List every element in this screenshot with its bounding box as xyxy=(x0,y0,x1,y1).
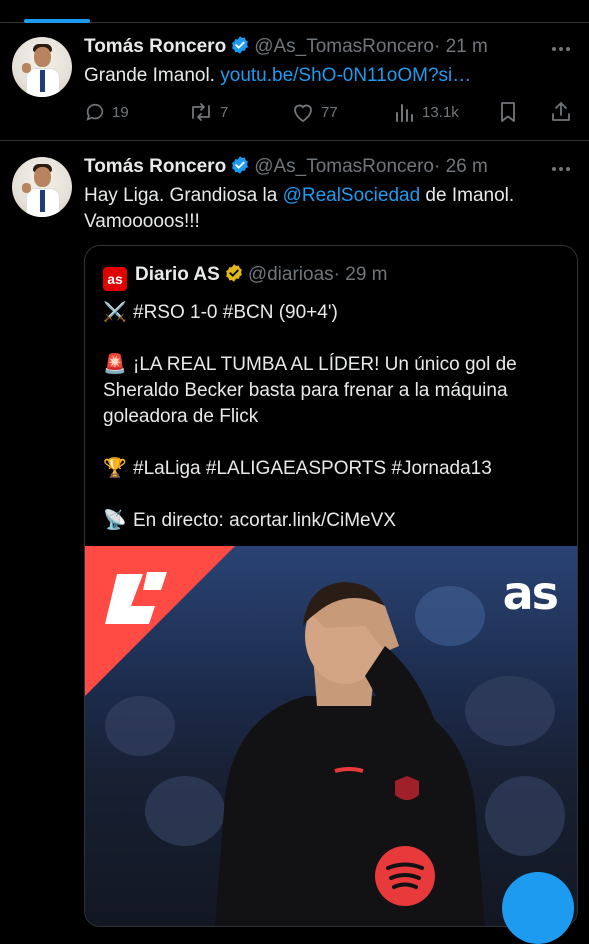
quote-headline-3: goleadora de Flick xyxy=(103,406,259,427)
quote-header: as Diario AS @diarioas· 29 m xyxy=(103,262,388,291)
quote-score-text[interactable]: #RSO 1-0 #BCN (90+4') xyxy=(133,302,338,323)
views-button[interactable]: 13.1k xyxy=(394,99,459,125)
bookmark-button[interactable] xyxy=(498,99,524,125)
verified-badge-icon xyxy=(230,35,250,62)
author-handle[interactable]: @As_TomasRoncero xyxy=(254,36,434,57)
quote-handle[interactable]: @diarioas xyxy=(248,264,334,285)
quote-line-score: ⚔️ #RSO 1-0 #BCN (90+4') xyxy=(103,300,573,326)
quote-live-link[interactable]: En directo: acortar.link/CiMeVX xyxy=(133,510,396,531)
tab-bar xyxy=(0,0,589,23)
retweet-count: 7 xyxy=(220,103,229,121)
siren-icon: 🚨 xyxy=(103,354,127,375)
more-options-icon[interactable] xyxy=(549,40,573,58)
like-count: 77 xyxy=(321,103,338,121)
bookmark-icon xyxy=(501,102,515,122)
tweet-link[interactable]: youtu.be/ShO-0N11oOM?si… xyxy=(220,65,471,86)
quote-author-name[interactable]: Diario AS xyxy=(135,264,220,285)
author-name[interactable]: Tomás Roncero xyxy=(84,156,226,177)
quote-hashtags[interactable]: #LaLiga #LALIGAEASPORTS #Jornada13 xyxy=(133,458,492,479)
trophy-icon: 🏆 xyxy=(103,458,127,479)
tweet-time[interactable]: · 21 m xyxy=(434,36,488,57)
quote-time[interactable]: · 29 m xyxy=(334,264,388,285)
tweet[interactable]: Tomás Roncero @As_TomasRoncero· 21 m Gran… xyxy=(0,23,589,141)
satellite-icon: 📡 xyxy=(103,510,127,531)
avatar[interactable] xyxy=(12,157,72,217)
views-count: 13.1k xyxy=(422,103,459,121)
tweet-header: Tomás Roncero @As_TomasRoncero· 21 m xyxy=(84,35,488,59)
tweet-text-content: Grande Imanol. xyxy=(84,65,221,86)
quote-headline-2: Sheraldo Becker basta para frenar a la m… xyxy=(103,380,508,401)
quote-headline-1: ¡LA REAL TUMBA AL LÍDER! Un único gol de xyxy=(133,354,517,375)
retweet-icon xyxy=(192,103,210,121)
tweet-time[interactable]: · 26 m xyxy=(434,156,488,177)
tweet-text-part: Hay Liga. Grandiosa la xyxy=(84,185,283,206)
heart-icon xyxy=(294,104,312,123)
compose-post-button[interactable] xyxy=(502,872,574,944)
quote-line-live: 📡 En directo: acortar.link/CiMeVX xyxy=(103,508,573,534)
as-watermark: as xyxy=(502,566,559,620)
reply-button[interactable]: 19 xyxy=(84,99,129,125)
verified-gold-badge-icon xyxy=(224,263,244,291)
avatar[interactable] xyxy=(12,37,72,97)
verified-badge-icon xyxy=(230,155,250,182)
author-handle[interactable]: @As_TomasRoncero xyxy=(254,156,434,177)
tweet-text-line2: Vamooooos!!! xyxy=(84,211,200,232)
views-icon xyxy=(396,104,413,122)
quote-media-image[interactable]: as xyxy=(85,546,577,926)
share-icon xyxy=(552,102,570,121)
quote-line-headline: 🚨 ¡LA REAL TUMBA AL LÍDER! Un único gol d… xyxy=(103,352,573,430)
tweet-text: Hay Liga. Grandiosa la @RealSociedad de … xyxy=(84,183,564,235)
more-options-icon[interactable] xyxy=(549,160,573,178)
tweet[interactable]: Tomás Roncero @As_TomasRoncero· 26 m Hay … xyxy=(0,141,589,927)
tweet-text: Grande Imanol. youtu.be/ShO-0N11oOM?si… xyxy=(84,63,564,89)
retweet-button[interactable]: 7 xyxy=(188,99,228,125)
like-button[interactable]: 77 xyxy=(291,99,338,125)
author-name[interactable]: Tomás Roncero xyxy=(84,36,226,57)
tweet-header: Tomás Roncero @As_TomasRoncero· 26 m xyxy=(84,155,488,179)
player-photo xyxy=(215,582,485,926)
tweet-actions: 19 7 77 13.1k xyxy=(84,99,579,125)
share-button[interactable] xyxy=(550,99,578,125)
tweet-text-part: de Imanol. xyxy=(420,185,515,206)
reply-icon xyxy=(86,103,104,121)
quote-line-hashtags: 🏆 #LaLiga #LALIGAEASPORTS #Jornada13 xyxy=(103,456,573,482)
crossed-swords-icon: ⚔️ xyxy=(103,302,127,323)
quoted-tweet[interactable]: as Diario AS @diarioas· 29 m ⚔️ #RSO 1-0 #B… xyxy=(84,245,578,927)
reply-count: 19 xyxy=(112,103,129,121)
diario-as-avatar[interactable]: as xyxy=(103,267,127,291)
mention-link[interactable]: @RealSociedad xyxy=(283,185,421,206)
